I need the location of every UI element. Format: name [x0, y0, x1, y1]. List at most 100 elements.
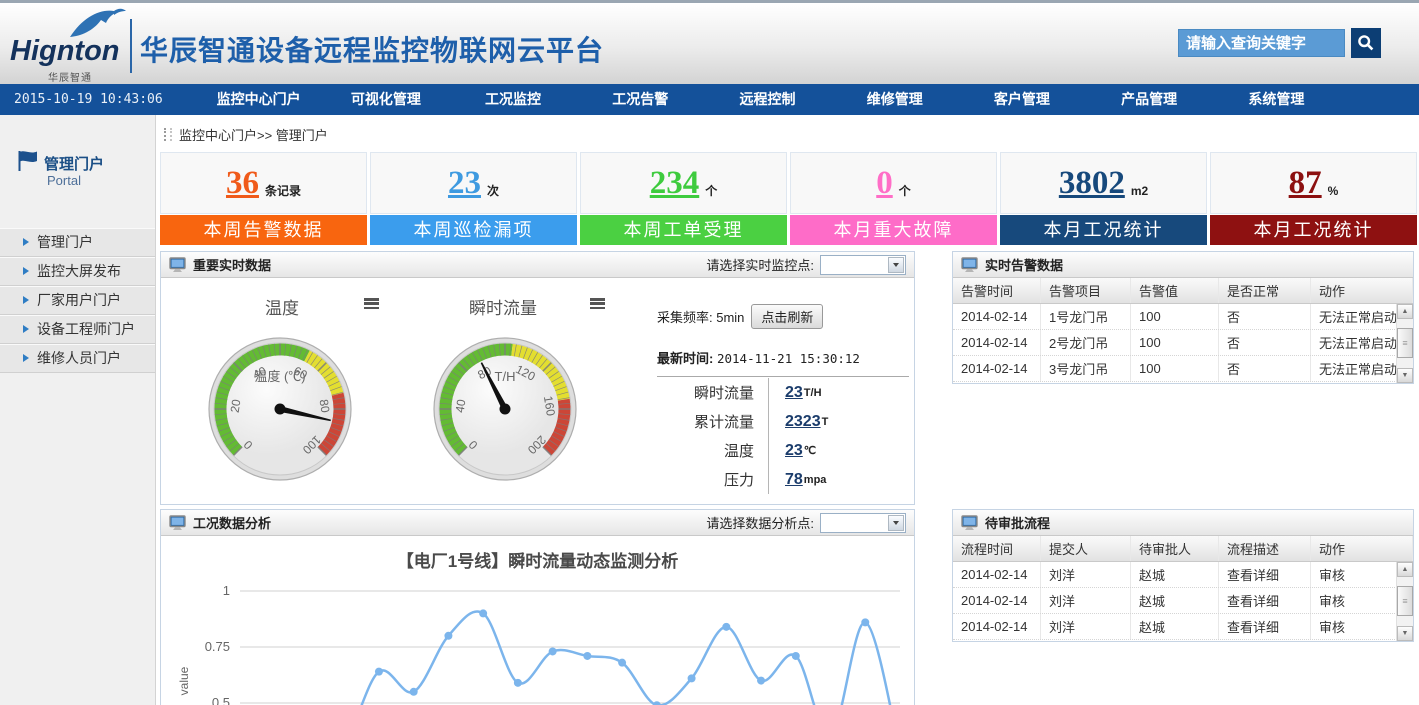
triangle-right-icon: [23, 296, 29, 304]
triangle-right-icon: [23, 267, 29, 275]
gauge-flow-title: 瞬时流量: [469, 294, 537, 319]
logo-divider: [130, 19, 132, 73]
table-cell: 2014-02-14: [953, 304, 1041, 329]
readout-unit: mpa: [804, 474, 827, 486]
scroll-up-icon[interactable]: ▲: [1397, 562, 1413, 577]
stat-card-unit: m2: [1131, 184, 1148, 198]
scroll-down-icon[interactable]: ▼: [1397, 626, 1413, 641]
nav-item-1[interactable]: 可视化管理: [322, 84, 449, 115]
column-header: 提交人: [1041, 536, 1131, 561]
stat-card-value[interactable]: 0: [876, 167, 893, 200]
stat-card-label-bar[interactable]: 本月工况统计: [1000, 215, 1207, 245]
chevron-down-icon[interactable]: [888, 515, 904, 531]
stat-card-top: 0个: [790, 152, 997, 214]
svg-text:1: 1: [223, 583, 230, 598]
stat-card-label-bar[interactable]: 本周工单受理: [580, 215, 787, 245]
readout-value[interactable]: 23T/H: [769, 378, 822, 407]
scrollbar-thumb[interactable]: ≡: [1397, 586, 1413, 616]
stat-card-unit: 个: [705, 182, 717, 199]
column-header: 流程时间: [953, 536, 1041, 561]
table-cell: 2014-02-14: [953, 356, 1041, 381]
stat-card-value[interactable]: 3802: [1059, 167, 1125, 200]
gauge-flow-menu-icon[interactable]: [590, 298, 605, 309]
stat-card-value[interactable]: 234: [650, 167, 700, 200]
scroll-down-icon[interactable]: ▼: [1397, 368, 1413, 383]
sidebar-item-2[interactable]: 厂家用户门户: [0, 286, 155, 315]
panel-realtime-header: 重要实时数据 请选择实时监控点:: [161, 252, 914, 278]
readout-number: 2323: [785, 413, 821, 431]
table-cell: 3号龙门吊: [1041, 356, 1131, 381]
stat-card-value[interactable]: 23: [448, 167, 481, 200]
sidebar-item-1[interactable]: 监控大屏发布: [0, 257, 155, 286]
readout-value[interactable]: 2323T: [769, 407, 828, 436]
stat-card-top: 36条记录: [160, 152, 367, 214]
temperature-gauge: 020406080100温度 (℃): [205, 334, 355, 484]
nav-item-0[interactable]: 监控中心门户: [195, 84, 322, 115]
nav-item-2[interactable]: 工况监控: [449, 84, 576, 115]
scrollbar[interactable]: ▲ ▼ ≡: [1396, 562, 1413, 641]
breadcrumb: 监控中心门户>> 管理门户: [164, 124, 328, 144]
monitor-point-select[interactable]: [820, 255, 906, 275]
readout-unit: T: [822, 416, 829, 428]
scrollbar-thumb[interactable]: ≡: [1397, 328, 1413, 358]
logo: Hignton 华辰智通: [10, 9, 128, 81]
refresh-button[interactable]: 点击刷新: [751, 304, 823, 329]
table-cell: 查看详细: [1219, 588, 1311, 613]
stat-card-label-bar[interactable]: 本周巡检漏项: [370, 215, 577, 245]
monitor-icon: [961, 257, 979, 273]
search-input[interactable]: [1178, 29, 1345, 57]
analysis-point-select[interactable]: [820, 513, 906, 533]
panel-alarm-header: 实时告警数据: [953, 252, 1413, 278]
table-header-row: 告警时间告警项目告警值是否正常动作: [953, 278, 1413, 304]
stat-card-label-bar[interactable]: 本月工况统计: [1210, 215, 1417, 245]
table-header-row: 流程时间提交人待审批人流程描述动作: [953, 536, 1413, 562]
table-row: 2014-02-14刘洋赵城查看详细审核: [953, 614, 1413, 640]
stat-cards: 36条记录本周告警数据23次本周巡检漏项234个本周工单受理0个本月重大故障38…: [160, 152, 1417, 247]
stat-card-3: 0个本月重大故障: [790, 152, 997, 247]
column-header: 待审批人: [1131, 536, 1219, 561]
readout-row-3: 压力78mpa: [657, 465, 909, 494]
search-button[interactable]: [1351, 28, 1381, 58]
table-cell: 2号龙门吊: [1041, 330, 1131, 355]
table-cell: 否: [1219, 356, 1311, 381]
stat-card-top: 23次: [370, 152, 577, 214]
scrollbar[interactable]: ▲ ▼ ≡: [1396, 304, 1413, 383]
nav-item-6[interactable]: 客户管理: [958, 84, 1085, 115]
stat-card-label-bar[interactable]: 本周告警数据: [160, 215, 367, 245]
panel-alarm-table: 实时告警数据 告警时间告警项目告警值是否正常动作2014-02-141号龙门吊1…: [952, 251, 1414, 384]
table-cell: 否: [1219, 330, 1311, 355]
table-cell: 否: [1219, 304, 1311, 329]
stat-card-value[interactable]: 36: [226, 167, 259, 200]
readout-label: 温度: [657, 436, 769, 465]
scroll-up-icon[interactable]: ▲: [1397, 304, 1413, 319]
readout-label: 累计流量: [657, 407, 769, 436]
svg-text:value: value: [177, 666, 191, 695]
nav-item-7[interactable]: 产品管理: [1086, 84, 1213, 115]
chevron-down-icon[interactable]: [888, 257, 904, 273]
nav-menu: 监控中心门户可视化管理工况监控工况告警远程控制维修管理客户管理产品管理系统管理: [195, 84, 1340, 115]
table-cell: 100: [1131, 330, 1219, 355]
sidebar-item-4[interactable]: 维修人员门户: [0, 344, 155, 373]
stat-card-value[interactable]: 87: [1289, 167, 1322, 200]
nav-item-3[interactable]: 工况告警: [577, 84, 704, 115]
table-row: 2014-02-143号龙门吊100否无法正常启动: [953, 356, 1413, 382]
gauge-temperature-menu-icon[interactable]: [364, 298, 379, 309]
monitor-icon: [169, 515, 187, 531]
monitor-icon: [961, 515, 979, 531]
navbar: 2015-10-19 10:43:06 监控中心门户可视化管理工况监控工况告警远…: [0, 84, 1419, 115]
stat-card-label-bar[interactable]: 本月重大故障: [790, 215, 997, 245]
nav-item-8[interactable]: 系统管理: [1213, 84, 1340, 115]
alarm-table: 告警时间告警项目告警值是否正常动作2014-02-141号龙门吊100否无法正常…: [953, 278, 1413, 383]
stat-card-4: 3802 m2 本月工况统计: [1000, 152, 1207, 247]
nav-item-4[interactable]: 远程控制: [704, 84, 831, 115]
sidebar-item-0[interactable]: 管理门户: [0, 228, 155, 257]
sidebar-menu: 管理门户监控大屏发布厂家用户门户设备工程师门户维修人员门户: [0, 228, 155, 373]
nav-item-5[interactable]: 维修管理: [831, 84, 958, 115]
readout-value[interactable]: 78mpa: [769, 465, 826, 494]
sidebar-item-3[interactable]: 设备工程师门户: [0, 315, 155, 344]
readout-value[interactable]: 23℃: [769, 436, 816, 465]
panel-data-analysis: 工况数据分析 请选择数据分析点: 【电厂1号线】瞬时流量动态监测分析 10.75…: [160, 509, 915, 705]
breadcrumb-text: 监控中心门户>> 管理门户: [179, 125, 328, 144]
table-cell: 赵城: [1131, 614, 1219, 639]
realtime-readout-block: 采集频率: 5min 点击刷新 最新时间: 2014-11-21 15:30:1…: [657, 278, 909, 504]
